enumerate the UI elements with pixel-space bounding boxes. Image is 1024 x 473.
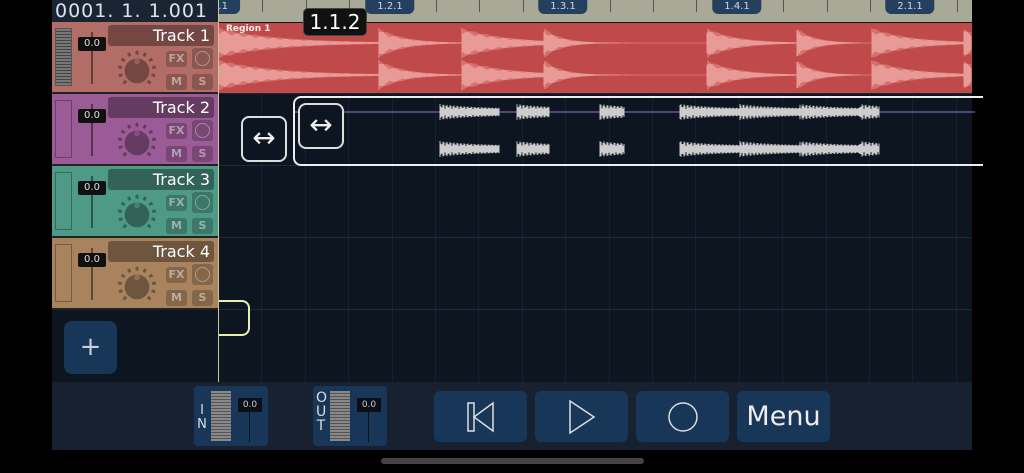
fx-button[interactable]: FX: [166, 195, 187, 211]
record-arm-button[interactable]: [192, 48, 213, 69]
track-header[interactable]: 0.0 Track 1 FX M S: [52, 22, 218, 94]
region-2-waveform: [295, 104, 975, 157]
output-level-meter: [330, 391, 350, 441]
ruler-tick: [522, 0, 524, 12]
track-level-meter: [55, 28, 72, 86]
ruler-tick: [783, 0, 785, 12]
ruler-tick: [479, 0, 481, 12]
volume-value: 0.0: [78, 253, 106, 267]
ruler-bar-label: 1.1: [218, 0, 240, 14]
menu-button[interactable]: Menu: [737, 391, 830, 442]
waveform-channel: [219, 60, 972, 90]
rewind-to-start-icon: [466, 401, 494, 432]
mute-button[interactable]: M: [166, 218, 187, 234]
ruler-bar-label: 2.1.1: [885, 0, 935, 14]
play-button[interactable]: [535, 391, 628, 442]
track-name[interactable]: Track 1: [108, 25, 214, 46]
volume-value: 0.0: [78, 109, 106, 123]
output-volume: 0.0: [357, 398, 381, 412]
record-arm-button[interactable]: [192, 120, 213, 141]
pan-knob[interactable]: [116, 264, 158, 306]
home-indicator[interactable]: [381, 458, 644, 464]
solo-button[interactable]: S: [192, 146, 213, 162]
volume-value: 0.0: [78, 181, 106, 195]
input-level-meter: [211, 391, 231, 441]
track-name[interactable]: Track 4: [108, 241, 214, 262]
ruler-bar-label: 1.3.1: [538, 0, 588, 14]
ruler-tick: [870, 0, 871, 12]
waveform-channel: [439, 141, 880, 157]
resize-right-icon[interactable]: ↔: [298, 103, 344, 149]
mute-button[interactable]: M: [166, 146, 187, 162]
solo-button[interactable]: S: [192, 290, 213, 306]
rewind-button[interactable]: [434, 391, 527, 442]
transport-counter[interactable]: 0001. 1. 1.001: [52, 0, 218, 22]
pan-knob[interactable]: [116, 192, 158, 234]
track-level-meter: [55, 244, 72, 302]
record-arm-button[interactable]: [192, 264, 213, 285]
ruler-tick: [653, 0, 654, 12]
ruler-tick: [262, 0, 264, 12]
pan-knob[interactable]: [116, 120, 158, 162]
ruler-bar-label: 1.4.1: [712, 0, 762, 14]
ruler-tick: [826, 0, 828, 12]
solo-button[interactable]: S: [192, 74, 213, 90]
track-header[interactable]: 0.0 Track 3 FX M S: [52, 166, 218, 238]
track-name[interactable]: Track 3: [108, 169, 214, 190]
fx-button[interactable]: FX: [166, 267, 187, 283]
position-tooltip: 1.1.2: [303, 8, 367, 36]
input-meter: IN 0.0: [194, 386, 268, 446]
pan-knob[interactable]: [116, 48, 158, 90]
record-icon: [667, 401, 698, 432]
region-2[interactable]: [293, 96, 983, 166]
ruler-bar-label: 1.2.1: [365, 0, 415, 14]
output-label: OUT: [316, 390, 328, 434]
track-name[interactable]: Track 2: [108, 97, 214, 118]
add-track-button[interactable]: +: [64, 321, 117, 374]
mute-button[interactable]: M: [166, 290, 187, 306]
play-icon: [568, 399, 595, 434]
mute-button[interactable]: M: [166, 74, 187, 90]
track-level-meter: [55, 100, 72, 158]
volume-value: 0.0: [78, 37, 106, 51]
solo-button[interactable]: S: [192, 218, 213, 234]
fx-button[interactable]: FX: [166, 51, 187, 67]
output-meter: OUT 0.0: [313, 386, 387, 446]
loop-marker[interactable]: [218, 300, 250, 336]
ruler-tick: [956, 0, 958, 12]
ruler-tick: [696, 0, 698, 12]
record-button[interactable]: [636, 391, 729, 442]
input-volume: 0.0: [238, 398, 262, 412]
record-arm-button[interactable]: [192, 192, 213, 213]
ruler-tick: [609, 0, 611, 12]
ruler-tick: [436, 0, 437, 12]
track-header[interactable]: 0.0 Track 2 FX M S: [52, 94, 218, 166]
resize-left-icon[interactable]: ↔: [241, 116, 287, 162]
fx-button[interactable]: FX: [166, 123, 187, 139]
track-header[interactable]: 0.0 Track 4 FX M S: [52, 238, 218, 310]
input-label: IN: [197, 403, 207, 432]
track-lane[interactable]: [218, 166, 972, 238]
track-lane[interactable]: [218, 238, 972, 310]
playhead[interactable]: [218, 0, 219, 382]
track-level-meter: [55, 172, 72, 230]
